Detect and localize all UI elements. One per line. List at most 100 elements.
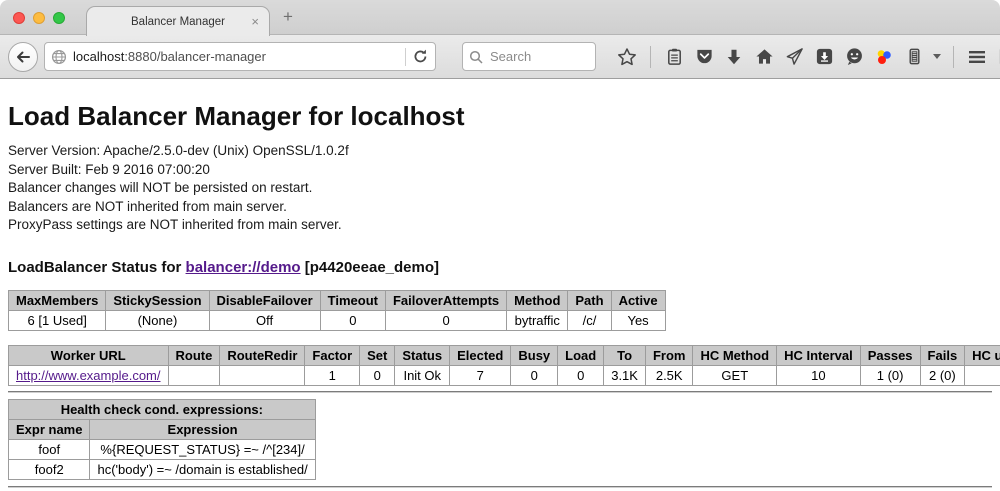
page-title: Load Balancer Manager for localhost	[8, 101, 992, 132]
tab-bar: Balancer Manager × +	[0, 0, 1000, 35]
tab-close-icon[interactable]: ×	[251, 14, 259, 29]
table-cell: Yes	[611, 310, 665, 330]
table-cell: /c/	[568, 310, 611, 330]
balancer-values-row: 6 [1 Used](None)Off00bytraffic/c/Yes	[9, 310, 666, 330]
table-cell: 0	[385, 310, 506, 330]
health-table-title: Health check cond. expressions:	[9, 399, 316, 419]
urlbar-divider	[405, 48, 406, 66]
window-controls	[13, 12, 65, 24]
extension-dots-button[interactable]	[871, 42, 897, 72]
column-header: Method	[507, 290, 568, 310]
table-cell: 6 [1 Used]	[9, 310, 106, 330]
table-cell: GET	[693, 365, 777, 385]
zoom-window-button[interactable]	[53, 12, 65, 24]
column-header: HC uri	[965, 345, 1000, 365]
column-header: DisableFailover	[209, 290, 320, 310]
balancer-demo-link[interactable]: balancer://demo	[186, 259, 301, 276]
colored-dots-icon	[874, 47, 894, 67]
table-cell: 3.1K	[604, 365, 646, 385]
new-tab-button[interactable]: +	[283, 8, 293, 25]
feedback-smiley-button[interactable]	[841, 42, 867, 72]
proxypass-notice-line: ProxyPass settings are NOT inherited fro…	[8, 216, 992, 235]
table-cell	[168, 365, 220, 385]
sidebar-clip-button[interactable]	[901, 42, 927, 72]
table-cell: 0	[320, 310, 385, 330]
reload-icon[interactable]	[412, 48, 429, 65]
pocket-button[interactable]	[691, 42, 717, 72]
heading-suffix: [p4420eeae_demo]	[301, 259, 439, 276]
search-icon	[469, 50, 483, 64]
column-header: Expr name	[9, 419, 90, 439]
column-header: HC Method	[693, 345, 777, 365]
send-tab-button[interactable]	[781, 42, 807, 72]
column-header: To	[604, 345, 646, 365]
worker-header-row: Worker URLRouteRouteRedirFactorSetStatus…	[9, 345, 1000, 365]
table-cell: (None)	[106, 310, 209, 330]
column-header: Timeout	[320, 290, 385, 310]
table-cell: 0	[360, 365, 395, 385]
column-header: HC Interval	[777, 345, 861, 365]
search-box[interactable]	[462, 42, 596, 71]
column-header: Path	[568, 290, 611, 310]
health-title-row: Health check cond. expressions:	[9, 399, 316, 419]
home-icon	[755, 47, 774, 66]
table-cell: 0	[558, 365, 604, 385]
toolbar-separator	[650, 46, 651, 68]
health-check-table: Health check cond. expressions: Expr nam…	[8, 399, 316, 480]
search-input[interactable]	[488, 48, 578, 65]
back-arrow-icon	[14, 48, 32, 66]
pocket-icon	[695, 47, 714, 66]
column-header: StickySession	[106, 290, 209, 310]
column-header: Elected	[450, 345, 511, 365]
column-header: Worker URL	[9, 345, 169, 365]
menu-button[interactable]	[964, 42, 990, 72]
tab-title: Balancer Manager	[131, 16, 225, 28]
column-header: Factor	[305, 345, 360, 365]
tab-balancer-manager[interactable]: Balancer Manager ×	[86, 6, 270, 36]
globe-icon	[51, 49, 67, 65]
bookmark-star-button[interactable]	[614, 42, 640, 72]
navigation-toolbar: localhost:8880/balancer-manager	[0, 35, 1000, 79]
expression-cell: %{REQUEST_STATUS} =~ /^[234]/	[90, 439, 315, 459]
column-header: MaxMembers	[9, 290, 106, 310]
reading-list-button[interactable]	[661, 42, 687, 72]
paper-plane-icon	[785, 47, 804, 66]
close-window-button[interactable]	[13, 12, 25, 24]
table-cell	[965, 365, 1000, 385]
toolbar-buttons	[614, 42, 1000, 72]
table-cell: 10	[777, 365, 861, 385]
url-bar[interactable]: localhost:8880/balancer-manager	[44, 42, 436, 71]
page-bottom-divider	[8, 486, 992, 488]
hamburger-icon	[967, 49, 987, 65]
downloads-panel-button[interactable]	[811, 42, 837, 72]
health-row: foof %{REQUEST_STATUS} =~ /^[234]/	[9, 439, 316, 459]
inherit-notice-line: Balancers are NOT inherited from main se…	[8, 198, 992, 217]
tab-groups-button[interactable]	[994, 42, 1000, 72]
heading-prefix: LoadBalancer Status for	[8, 259, 186, 276]
chevron-down-icon[interactable]	[933, 54, 941, 59]
back-button[interactable]	[8, 42, 38, 72]
home-button[interactable]	[751, 42, 777, 72]
loadbalancer-status-heading: LoadBalancer Status for balancer://demo …	[8, 259, 992, 276]
download-arrow-icon	[725, 48, 743, 66]
table-cell: 0	[511, 365, 558, 385]
column-header: From	[645, 345, 693, 365]
square-download-icon	[815, 47, 834, 66]
column-header: Active	[611, 290, 665, 310]
column-header: Load	[558, 345, 604, 365]
url-text[interactable]: localhost:8880/balancer-manager	[73, 49, 399, 64]
worker-url-link[interactable]: http://www.example.com/	[16, 368, 161, 383]
table-cell: Off	[209, 310, 320, 330]
table-cell: 2.5K	[645, 365, 693, 385]
health-header-row: Expr nameExpression	[9, 419, 316, 439]
server-version-line: Server Version: Apache/2.5.0-dev (Unix) …	[8, 142, 992, 161]
battery-clip-icon	[905, 47, 924, 66]
column-header: Fails	[920, 345, 965, 365]
health-row: foof2 hc('body') =~ /domain is establish…	[9, 459, 316, 479]
page-content: Load Balancer Manager for localhost Serv…	[0, 79, 1000, 488]
column-header: Expression	[90, 419, 315, 439]
column-header: FailoverAttempts	[385, 290, 506, 310]
clipboard-icon	[665, 47, 684, 66]
downloads-button[interactable]	[721, 42, 747, 72]
minimize-window-button[interactable]	[33, 12, 45, 24]
